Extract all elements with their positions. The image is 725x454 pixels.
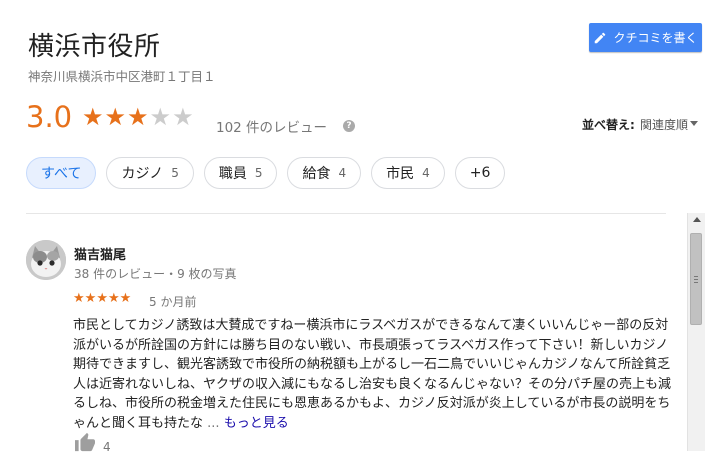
- like-count: 4: [103, 440, 111, 454]
- scroll-thumb[interactable]: [690, 233, 702, 325]
- pencil-icon: [595, 32, 606, 43]
- filter-chip[interactable]: +6: [454, 157, 506, 189]
- write-review-button[interactable]: クチコミを書く: [589, 23, 702, 52]
- help-icon[interactable]: ?: [343, 120, 355, 132]
- star-empty-icon: ★: [149, 103, 172, 131]
- place-address: 神奈川県横浜市中区港町１丁目１: [28, 69, 216, 84]
- filter-chips: すべて カジノ 5 職員 5 給食 4 市民 4 +6: [26, 157, 506, 189]
- star-empty-icon: ★: [172, 103, 194, 131]
- filter-chip[interactable]: すべて: [26, 157, 97, 189]
- rating-value: 3.0: [26, 100, 73, 134]
- filter-chip-label: +6: [469, 165, 491, 181]
- star-filled-icon: ★: [127, 103, 149, 131]
- star-filled-icon: ★: [104, 103, 127, 131]
- filter-chip[interactable]: 市民 4: [371, 157, 445, 189]
- caret-down-icon[interactable]: [690, 121, 698, 126]
- filter-chip-count: 4: [338, 166, 347, 180]
- grip-icon: [694, 276, 698, 277]
- star-filled-icon: ★: [73, 291, 85, 306]
- rating-stars: ★ ★ ★ ★ ★: [82, 105, 194, 129]
- scroll-up-arrow-icon[interactable]: [693, 217, 701, 222]
- star-filled-icon: ★: [107, 291, 120, 306]
- star-filled-icon: ★: [119, 291, 132, 306]
- filter-chip[interactable]: カジノ 5: [106, 157, 194, 189]
- filter-chip-label: 職員: [218, 166, 247, 182]
- review-body: 市民としてカジノ誘致は大賛成ですねー横浜市にラスベガスができるなんて凄くいいんじ…: [73, 318, 672, 431]
- review-date: 5 か月前: [149, 295, 197, 309]
- filter-chip[interactable]: 給食 4: [287, 157, 362, 189]
- filter-chip-label: カジノ: [121, 166, 164, 182]
- review-count: 102 件のレビュー: [216, 120, 328, 136]
- filter-chip-label: すべて: [41, 166, 82, 182]
- star-filled-icon: ★: [96, 291, 108, 306]
- thumbs-up-icon[interactable]: [74, 432, 96, 452]
- review-stars: ★ ★ ★ ★ ★: [73, 292, 131, 306]
- sort-label: 並べ替え:: [582, 118, 635, 132]
- divider: [26, 213, 666, 214]
- filter-chip-count: 5: [171, 166, 179, 180]
- read-more-link[interactable]: もっと見る: [224, 416, 289, 431]
- write-review-label: クチコミを書く: [613, 31, 698, 45]
- scrollbar[interactable]: [687, 213, 705, 451]
- review-ellipsis: ...: [207, 415, 220, 431]
- star-filled-icon: ★: [84, 291, 97, 306]
- filter-chip-count: 4: [422, 166, 430, 180]
- star-filled-icon: ★: [82, 103, 104, 131]
- filter-chip-count: 5: [254, 166, 263, 180]
- place-title: 横浜市役所: [28, 32, 161, 62]
- review-text: 市民としてカジノ誘致は大賛成ですねー横浜市にラスベガスができるなんて凄くいいんじ…: [73, 316, 673, 433]
- filter-chip-label: 市民: [386, 166, 415, 182]
- reviewer-meta: 38 件のレビュー・9 枚の写真: [74, 267, 237, 281]
- reviewer-name[interactable]: 猫吉猫尾: [74, 244, 126, 263]
- cat-avatar-icon: [26, 240, 66, 280]
- filter-chip[interactable]: 職員 5: [203, 157, 278, 189]
- avatar[interactable]: [26, 240, 66, 280]
- sort-dropdown[interactable]: 関連度順: [640, 116, 688, 133]
- filter-chip-label: 給食: [302, 166, 331, 182]
